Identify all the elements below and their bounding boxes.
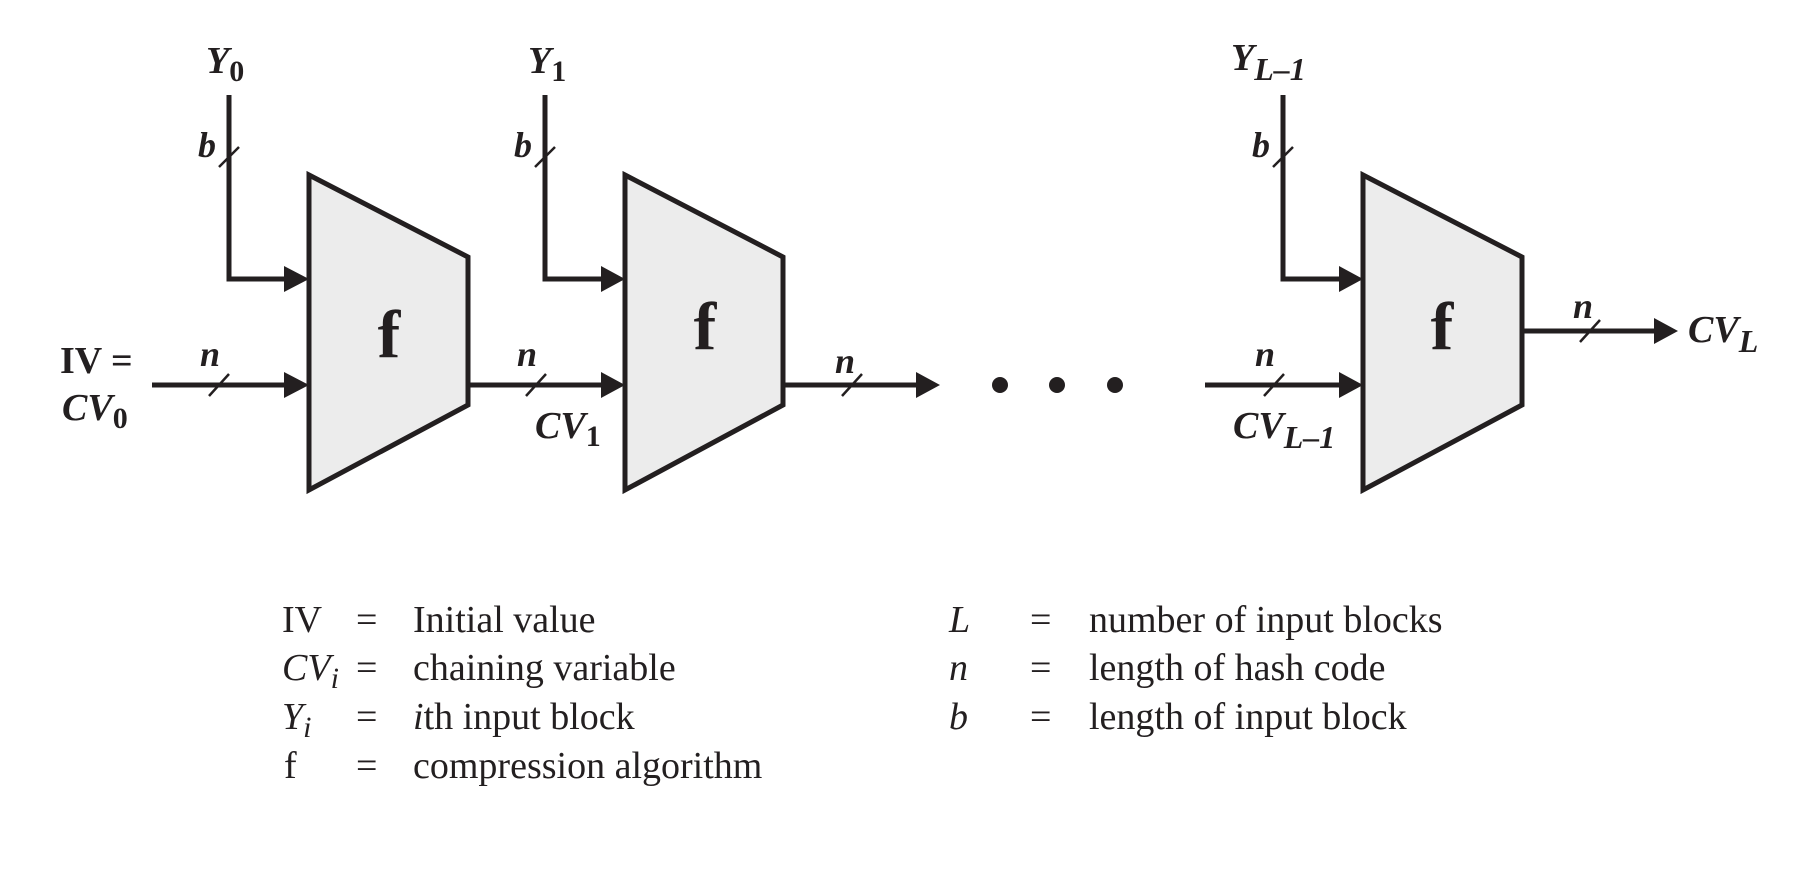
input-block-wire-last: [1280, 95, 1341, 282]
arrow-head-icon: [284, 372, 309, 398]
arrow-head-icon: [916, 372, 940, 398]
compression-function-label-1: f: [694, 288, 718, 364]
iv-label: IV =: [60, 340, 133, 382]
legend-row: b = length of input block: [949, 696, 1407, 738]
legend-row: f = compression algorithm: [284, 745, 762, 787]
legend-row: IV = Initial value: [282, 599, 596, 641]
input-block-wire-1: [542, 95, 603, 282]
legend-row: L = number of input blocks: [948, 599, 1443, 641]
legend-row: Yi = ith input block: [282, 696, 635, 744]
legend-description: ith input block: [413, 696, 635, 738]
arrow-head-icon: [284, 266, 309, 292]
legend-description: compression algorithm: [413, 745, 762, 787]
legend-row: n = length of hash code: [949, 647, 1386, 689]
legend: IV = Initial value CVi = chaining variab…: [282, 599, 1443, 787]
legend-description: length of hash code: [1089, 647, 1386, 689]
output-label: CVL: [1688, 309, 1758, 359]
input-block-label-1: Y1: [528, 40, 566, 88]
legend-symbol: IV: [282, 599, 323, 641]
chain-in-label-1: CV1: [535, 405, 601, 453]
legend-equals: =: [1030, 599, 1051, 641]
legend-description: number of input blocks: [1089, 599, 1443, 641]
legend-symbol: L: [948, 599, 970, 641]
legend-symbol: CVi: [282, 647, 339, 695]
stage-last: YL–1 b n CVL–1 f: [1205, 37, 1525, 495]
arrow-head-icon: [1339, 266, 1363, 292]
legend-equals: =: [356, 647, 377, 689]
legend-equals: =: [356, 745, 377, 787]
iterated-hash-diagram: Y0 b IV = CV0 n f Y1 b n CV1 f n YL–1 b …: [60, 37, 1758, 787]
input-width-label-last: b: [1252, 125, 1270, 165]
compression-function-label-0: f: [378, 296, 402, 372]
between-width-label: n: [835, 341, 855, 381]
arrow-head-icon: [1654, 318, 1678, 344]
legend-equals: =: [1030, 696, 1051, 738]
stage-1: Y1 b n CV1 f: [514, 40, 786, 495]
chain-width-label-0: n: [200, 334, 220, 374]
legend-symbol: f: [284, 745, 297, 787]
chain-in-label-last: CVL–1: [1233, 405, 1335, 455]
legend-equals: =: [356, 599, 377, 641]
chain-in-label-0: CV0: [62, 387, 128, 435]
ellipsis-dot: [1107, 377, 1123, 393]
legend-description: chaining variable: [413, 647, 676, 689]
input-block-label-last: YL–1: [1231, 37, 1306, 87]
legend-description: Initial value: [413, 599, 596, 641]
ellipsis-dot: [1049, 377, 1065, 393]
compression-function-label-last: f: [1431, 288, 1455, 364]
output-width-label: n: [1573, 286, 1593, 326]
input-width-label-0: b: [198, 125, 216, 165]
ellipsis-dot: [992, 377, 1008, 393]
arrow-head-icon: [1339, 372, 1363, 398]
chain-width-label-last: n: [1255, 334, 1275, 374]
stage-0: Y0 b IV = CV0 n f: [60, 40, 471, 495]
input-block-label-0: Y0: [206, 40, 244, 88]
arrow-head-icon: [601, 372, 625, 398]
legend-row: CVi = chaining variable: [282, 647, 676, 695]
ellipsis: [992, 377, 1123, 393]
output: n CVL: [1522, 286, 1758, 359]
legend-symbol: b: [949, 696, 968, 738]
chain-width-label-1: n: [517, 334, 537, 374]
input-block-wire-0: [226, 95, 286, 282]
legend-symbol: n: [949, 647, 968, 689]
legend-equals: =: [356, 696, 377, 738]
arrow-head-icon: [601, 266, 625, 292]
legend-symbol: Yi: [282, 696, 311, 744]
legend-description: length of input block: [1089, 696, 1407, 738]
legend-equals: =: [1030, 647, 1051, 689]
input-width-label-1: b: [514, 125, 532, 165]
